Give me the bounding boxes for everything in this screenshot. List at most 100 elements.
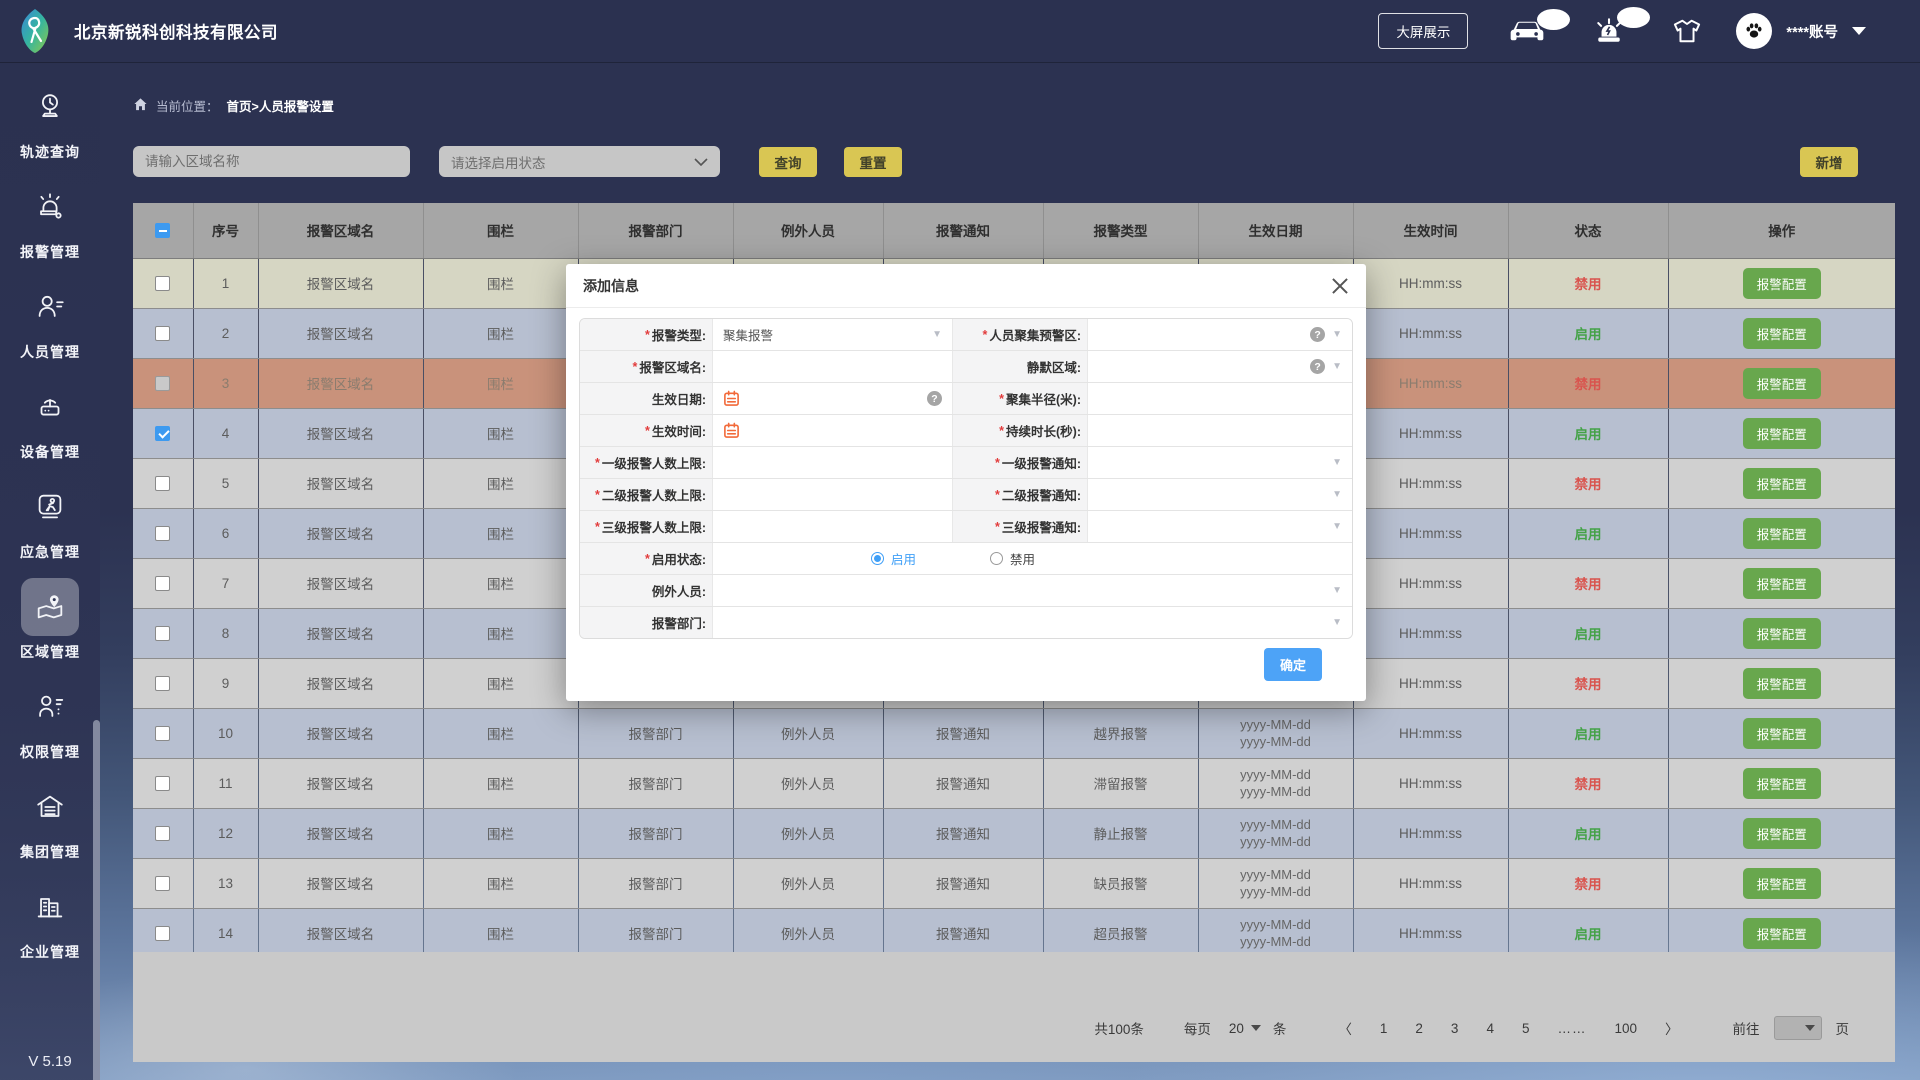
alarm-config-button[interactable]: 报警配置 <box>1743 718 1821 749</box>
row-checkbox[interactable] <box>155 276 170 291</box>
page-number-button[interactable]: 1 <box>1380 1021 1388 1036</box>
sidebar-item-personnel-manage[interactable]: 人员管理 <box>20 278 80 362</box>
field-select[interactable]: 聚集报警▼ <box>712 319 952 350</box>
row-checkbox[interactable] <box>155 726 170 741</box>
reset-button[interactable]: 重置 <box>844 147 902 177</box>
shirt-icon[interactable] <box>1672 17 1702 45</box>
account-name[interactable]: ****账号 <box>1786 21 1838 42</box>
alarm-config-button[interactable]: 报警配置 <box>1743 268 1821 299</box>
chevron-down-icon <box>694 158 708 166</box>
alarm-config-button[interactable]: 报警配置 <box>1743 518 1821 549</box>
alarm-config-button[interactable]: 报警配置 <box>1743 868 1821 899</box>
vehicle-badge <box>1537 9 1570 30</box>
field-select[interactable]: ?▼ <box>1087 351 1352 382</box>
help-icon[interactable]: ? <box>927 391 942 406</box>
sidebar-item-device-manage[interactable]: 设备管理 <box>20 378 80 462</box>
calendar-icon[interactable] <box>723 422 740 439</box>
sidebar-scrollbar[interactable] <box>93 720 100 1080</box>
alarm-config-button[interactable]: 报警配置 <box>1743 318 1821 349</box>
area-name-input[interactable] <box>133 146 410 177</box>
radio-option[interactable]: 启用 <box>871 549 916 568</box>
field-input[interactable] <box>712 479 952 510</box>
page-number-button[interactable]: 4 <box>1486 1021 1494 1036</box>
row-checkbox[interactable] <box>155 576 170 591</box>
field-select[interactable]: ?▼ <box>1087 319 1352 350</box>
page-number-button[interactable]: 3 <box>1451 1021 1459 1036</box>
field-select[interactable]: ▼ <box>712 575 1352 606</box>
goto-page-select[interactable] <box>1774 1016 1822 1040</box>
row-checkbox[interactable] <box>155 876 170 891</box>
alarm-config-button[interactable]: 报警配置 <box>1743 618 1821 649</box>
alarm-config-button[interactable]: 报警配置 <box>1743 918 1821 949</box>
total-count: 共100条 <box>1094 1018 1144 1038</box>
breadcrumb: 当前位置： 首页>人员报警设置 <box>133 96 334 115</box>
cell-index: 11 <box>193 758 258 808</box>
alarm-bell-icon[interactable] <box>1592 17 1626 45</box>
sidebar-item-group-manage[interactable]: 集团管理 <box>20 778 80 862</box>
alarm-config-button[interactable]: 报警配置 <box>1743 818 1821 849</box>
cell-alarm-notify: 报警通知 <box>883 858 1043 908</box>
query-button[interactable]: 查询 <box>759 147 817 177</box>
sidebar-item-label: 区域管理 <box>20 642 80 662</box>
page-number-button[interactable]: 2 <box>1415 1021 1423 1036</box>
prev-page-button[interactable]: 〈 <box>1338 1018 1352 1038</box>
vehicle-icon[interactable] <box>1508 19 1546 44</box>
status-select-placeholder: 请选择启用状态 <box>451 152 546 172</box>
page-number-button[interactable]: 100 <box>1614 1021 1637 1036</box>
avatar[interactable] <box>1736 13 1772 49</box>
row-checkbox[interactable] <box>155 626 170 641</box>
sidebar-item-track-query[interactable]: 轨迹查询 <box>20 78 80 162</box>
field-select[interactable]: ▼ <box>712 607 1352 638</box>
field-input[interactable] <box>712 351 952 382</box>
help-icon[interactable]: ? <box>1310 359 1325 374</box>
status-select[interactable]: 请选择启用状态 <box>439 146 720 177</box>
field-date[interactable]: ? <box>712 383 952 414</box>
sidebar-item-enterprise-manage[interactable]: 企业管理 <box>20 878 80 962</box>
alarm-config-button[interactable]: 报警配置 <box>1743 368 1821 399</box>
field-select[interactable]: ▼ <box>1087 511 1352 542</box>
table-row: 11报警区域名围栏报警部门例外人员报警通知滞留报警yyyy-MM-ddyyyy-… <box>133 758 1895 808</box>
column-header: 序号 <box>193 203 258 258</box>
field-input[interactable] <box>1087 383 1352 414</box>
breadcrumb-path[interactable]: 首页>人员报警设置 <box>227 96 334 115</box>
radio-option[interactable]: 禁用 <box>990 549 1035 568</box>
alarm-config-button[interactable]: 报警配置 <box>1743 668 1821 699</box>
field-radio[interactable]: 启用 禁用 <box>712 543 1352 574</box>
sidebar-item-permission-manage[interactable]: 权限管理 <box>20 678 80 762</box>
sidebar-item-emergency-manage[interactable]: 应急管理 <box>20 478 80 562</box>
row-checkbox[interactable] <box>155 476 170 491</box>
cell-index: 6 <box>193 508 258 558</box>
alarm-config-button[interactable]: 报警配置 <box>1743 418 1821 449</box>
field-select[interactable]: ▼ <box>1087 447 1352 478</box>
topbar: 北京新锐科创科技有限公司 大屏展示 ****账号 <box>0 0 1920 62</box>
row-checkbox[interactable] <box>155 526 170 541</box>
row-checkbox[interactable] <box>155 826 170 841</box>
sidebar-item-alarm-manage[interactable]: 报警管理 <box>20 178 80 262</box>
alarm-config-button[interactable]: 报警配置 <box>1743 568 1821 599</box>
field-input[interactable] <box>1087 415 1352 446</box>
confirm-button[interactable]: 确定 <box>1264 648 1322 681</box>
sidebar-item-region-manage[interactable]: 区域管理 <box>20 578 80 662</box>
field-input[interactable] <box>712 511 952 542</box>
row-checkbox[interactable] <box>155 426 170 441</box>
row-checkbox[interactable] <box>155 376 170 391</box>
field-input[interactable] <box>712 447 952 478</box>
row-checkbox[interactable] <box>155 676 170 691</box>
next-page-button[interactable]: 〉 <box>1665 1018 1679 1038</box>
row-checkbox[interactable] <box>155 776 170 791</box>
calendar-icon[interactable] <box>723 390 740 407</box>
add-button[interactable]: 新增 <box>1800 147 1858 177</box>
alarm-config-button[interactable]: 报警配置 <box>1743 468 1821 499</box>
big-screen-button[interactable]: 大屏展示 <box>1378 13 1468 49</box>
row-checkbox[interactable] <box>155 926 170 941</box>
select-all-checkbox[interactable] <box>155 223 170 238</box>
field-select[interactable]: ▼ <box>1087 479 1352 510</box>
row-checkbox[interactable] <box>155 326 170 341</box>
close-icon[interactable] <box>1331 277 1349 295</box>
alarm-config-button[interactable]: 报警配置 <box>1743 768 1821 799</box>
page-size-select[interactable]: 20 <box>1229 1021 1261 1036</box>
help-icon[interactable]: ? <box>1310 327 1325 342</box>
field-date[interactable] <box>712 415 952 446</box>
account-caret-icon[interactable] <box>1852 27 1866 35</box>
page-number-button[interactable]: 5 <box>1522 1021 1530 1036</box>
